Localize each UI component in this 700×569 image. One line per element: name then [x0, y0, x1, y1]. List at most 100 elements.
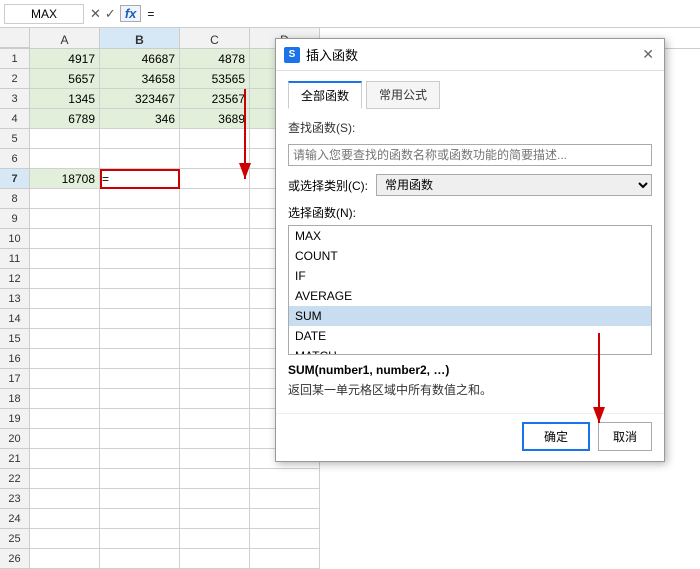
- cell-a2[interactable]: 5657: [30, 69, 100, 89]
- dialog-close-button[interactable]: ✕: [640, 46, 656, 63]
- cell-c6[interactable]: [180, 149, 250, 169]
- cell-empty[interactable]: [100, 209, 180, 229]
- cell-empty[interactable]: [30, 409, 100, 429]
- cell-empty[interactable]: [30, 429, 100, 449]
- cell-empty[interactable]: [30, 389, 100, 409]
- cell-empty[interactable]: [100, 189, 180, 209]
- cell-c2[interactable]: 53565: [180, 69, 250, 89]
- cell-empty[interactable]: [180, 329, 250, 349]
- func-item-count[interactable]: COUNT: [289, 246, 651, 266]
- cell-empty[interactable]: [100, 389, 180, 409]
- cell-empty[interactable]: [250, 549, 320, 569]
- cell-empty[interactable]: [180, 269, 250, 289]
- cell-empty[interactable]: [180, 549, 250, 569]
- func-item-match[interactable]: MATCH: [289, 346, 651, 355]
- cell-empty[interactable]: [30, 349, 100, 369]
- cell-b5[interactable]: [100, 129, 180, 149]
- cell-a7[interactable]: 18708: [30, 169, 100, 189]
- cell-empty[interactable]: [180, 449, 250, 469]
- ok-button[interactable]: 确定: [522, 422, 590, 451]
- cell-empty[interactable]: [30, 209, 100, 229]
- cell-empty[interactable]: [180, 409, 250, 429]
- cell-empty[interactable]: [100, 489, 180, 509]
- cell-empty[interactable]: [100, 329, 180, 349]
- cell-empty[interactable]: [100, 509, 180, 529]
- cell-empty[interactable]: [100, 369, 180, 389]
- name-box[interactable]: MAX: [4, 4, 84, 24]
- cell-a4[interactable]: 6789: [30, 109, 100, 129]
- func-item-max[interactable]: MAX: [289, 226, 651, 246]
- category-select[interactable]: 常用函数: [376, 174, 652, 196]
- cell-empty[interactable]: [30, 249, 100, 269]
- cell-empty[interactable]: [250, 529, 320, 549]
- cell-empty[interactable]: [100, 409, 180, 429]
- cell-empty[interactable]: [100, 529, 180, 549]
- cell-empty[interactable]: [100, 549, 180, 569]
- cell-empty[interactable]: [180, 189, 250, 209]
- cell-empty[interactable]: [30, 449, 100, 469]
- func-item-average[interactable]: AVERAGE: [289, 286, 651, 306]
- cell-empty[interactable]: [30, 529, 100, 549]
- cell-empty[interactable]: [100, 229, 180, 249]
- fx-button[interactable]: fx: [120, 5, 142, 22]
- tab-common-formulas[interactable]: 常用公式: [366, 81, 440, 109]
- func-item-sum[interactable]: SUM: [289, 306, 651, 326]
- cell-empty[interactable]: [180, 249, 250, 269]
- cancel-button[interactable]: 取消: [598, 422, 652, 451]
- cell-c3[interactable]: 23567: [180, 89, 250, 109]
- cell-empty[interactable]: [180, 429, 250, 449]
- cell-c7[interactable]: [180, 169, 250, 189]
- cell-b2[interactable]: 34658: [100, 69, 180, 89]
- cell-b7[interactable]: =: [100, 169, 180, 189]
- cell-empty[interactable]: [180, 349, 250, 369]
- cell-c5[interactable]: [180, 129, 250, 149]
- cell-empty[interactable]: [30, 369, 100, 389]
- cell-empty[interactable]: [180, 389, 250, 409]
- cell-empty[interactable]: [30, 489, 100, 509]
- cell-empty[interactable]: [30, 229, 100, 249]
- cell-empty[interactable]: [100, 429, 180, 449]
- cell-empty[interactable]: [30, 289, 100, 309]
- cell-empty[interactable]: [30, 189, 100, 209]
- cell-a6[interactable]: [30, 149, 100, 169]
- cell-empty[interactable]: [100, 309, 180, 329]
- cell-c1[interactable]: 4878: [180, 49, 250, 69]
- cell-a3[interactable]: 1345: [30, 89, 100, 109]
- cell-empty[interactable]: [180, 509, 250, 529]
- tab-all-functions[interactable]: 全部函数: [288, 81, 362, 109]
- cell-empty[interactable]: [180, 489, 250, 509]
- cell-empty[interactable]: [100, 469, 180, 489]
- func-item-date[interactable]: DATE: [289, 326, 651, 346]
- cell-empty[interactable]: [100, 289, 180, 309]
- cell-empty[interactable]: [180, 229, 250, 249]
- cell-empty[interactable]: [100, 449, 180, 469]
- cell-empty[interactable]: [180, 209, 250, 229]
- cell-empty[interactable]: [180, 289, 250, 309]
- func-item-if[interactable]: IF: [289, 266, 651, 286]
- cell-b1[interactable]: 46687: [100, 49, 180, 69]
- search-input[interactable]: [288, 144, 652, 166]
- cell-b3[interactable]: 323467: [100, 89, 180, 109]
- cell-b6[interactable]: [100, 149, 180, 169]
- cell-empty[interactable]: [100, 249, 180, 269]
- cell-empty[interactable]: [180, 529, 250, 549]
- cell-a1[interactable]: 4917: [30, 49, 100, 69]
- cell-empty[interactable]: [30, 549, 100, 569]
- cell-empty[interactable]: [30, 469, 100, 489]
- cell-empty[interactable]: [180, 469, 250, 489]
- cell-empty[interactable]: [250, 489, 320, 509]
- cell-empty[interactable]: [180, 309, 250, 329]
- cell-empty[interactable]: [30, 269, 100, 289]
- cell-c4[interactable]: 3689: [180, 109, 250, 129]
- cell-empty[interactable]: [250, 509, 320, 529]
- cell-empty[interactable]: [30, 329, 100, 349]
- cell-empty[interactable]: [30, 509, 100, 529]
- cell-empty[interactable]: [100, 269, 180, 289]
- cell-empty[interactable]: [30, 309, 100, 329]
- confirm-icon[interactable]: ✓: [105, 6, 116, 22]
- cell-a5[interactable]: [30, 129, 100, 149]
- cell-empty[interactable]: [100, 349, 180, 369]
- cell-b4[interactable]: 346: [100, 109, 180, 129]
- cancel-icon[interactable]: ✕: [90, 6, 101, 22]
- cell-empty[interactable]: [180, 369, 250, 389]
